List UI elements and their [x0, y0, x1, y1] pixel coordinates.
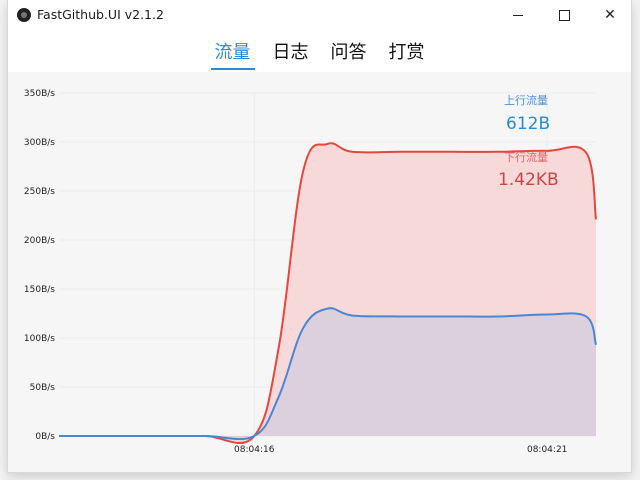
- y-tick-label: 250B/s: [24, 187, 55, 197]
- upload-area: [59, 308, 596, 440]
- maximize-button[interactable]: [541, 0, 587, 30]
- app-logo-icon: [17, 8, 31, 22]
- y-tick-label: 0B/s: [35, 432, 55, 442]
- tab-logs[interactable]: 日志: [269, 34, 313, 64]
- x-tick-label: 08:04:21: [527, 445, 567, 455]
- close-button[interactable]: ✕: [587, 0, 631, 30]
- close-icon: ✕: [604, 7, 616, 23]
- tab-donate[interactable]: 打赏: [385, 34, 429, 64]
- y-tick-label: 150B/s: [24, 285, 55, 295]
- maximize-icon: [558, 9, 570, 21]
- y-tick-label: 50B/s: [30, 383, 56, 393]
- tab-bar: 流量 日志 问答 打赏: [8, 34, 631, 72]
- y-tick-label: 300B/s: [24, 138, 55, 148]
- tab-faq[interactable]: 问答: [327, 34, 371, 64]
- traffic-chart: 0B/s 50B/s 100B/s 150B/s 200B/s 250B/s 300B/s 3…: [8, 72, 631, 472]
- tab-traffic[interactable]: 流量: [210, 34, 255, 70]
- legend-upload-value: 612B: [506, 114, 551, 134]
- legend-upload-label: 上行流量: [504, 94, 548, 107]
- minimize-button[interactable]: [495, 0, 541, 30]
- y-tick-label: 100B/s: [24, 334, 55, 344]
- legend-download-value: 1.42KB: [498, 170, 559, 190]
- window-title: FastGithub.UI v2.1.2: [37, 7, 164, 22]
- minimize-icon: [513, 14, 523, 16]
- app-window: FastGithub.UI v2.1.2 ✕ 流量 日志 问答 打赏 0B/s 5…: [8, 0, 631, 472]
- y-tick-label: 200B/s: [24, 236, 55, 246]
- y-tick-label: 350B/s: [24, 89, 55, 99]
- x-tick-label: 08:04:16: [234, 445, 275, 455]
- legend-download-label: 下行流量: [504, 151, 548, 164]
- title-bar[interactable]: FastGithub.UI v2.1.2 ✕: [8, 0, 631, 30]
